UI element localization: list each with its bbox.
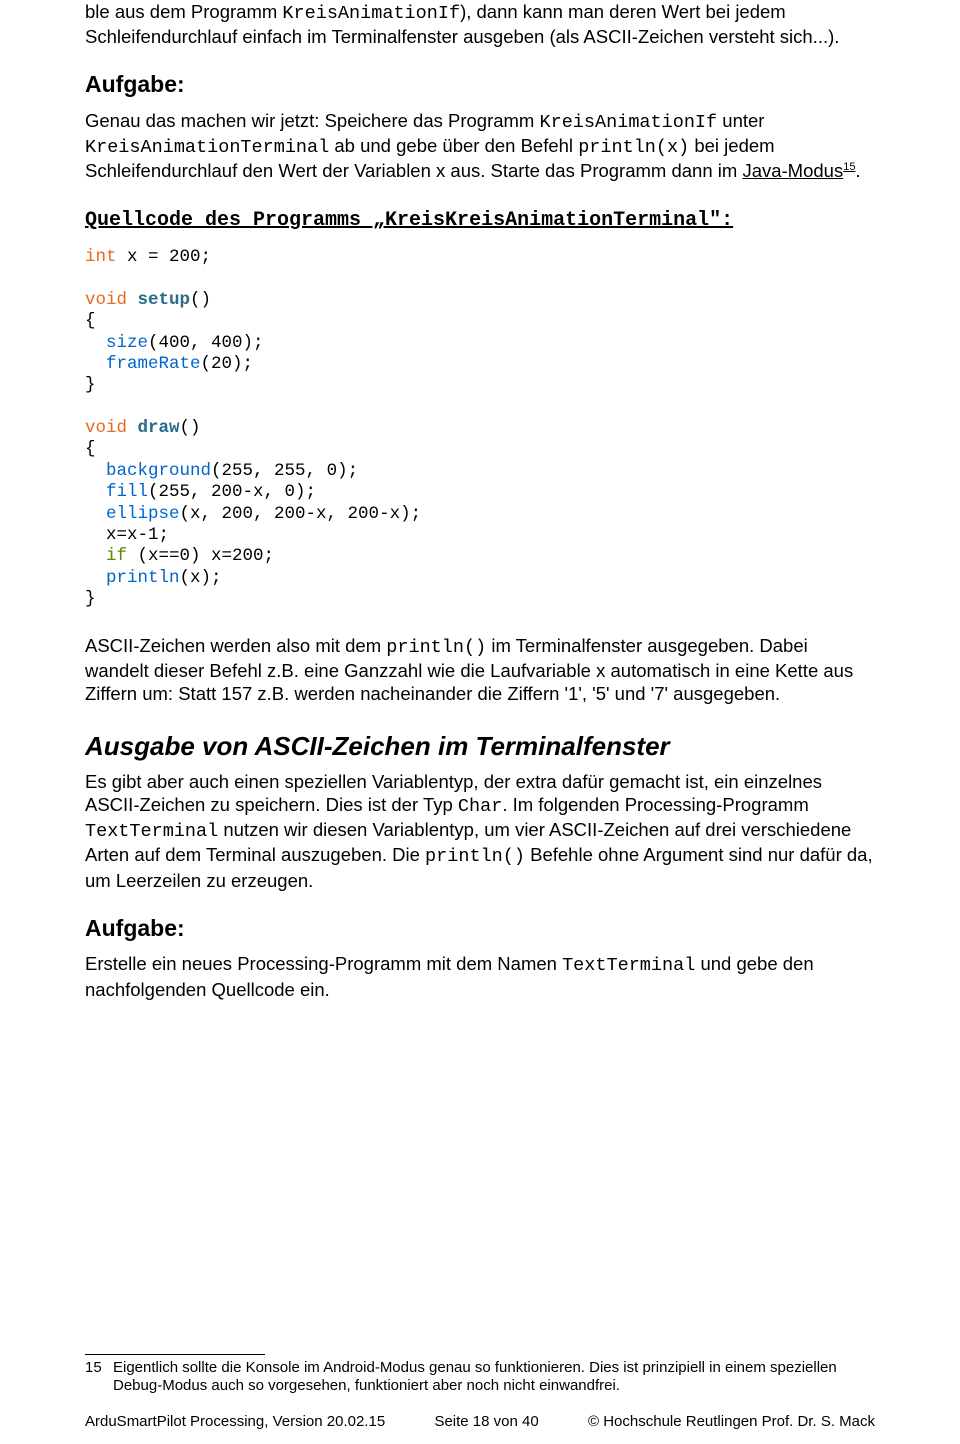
code-inline: TextTerminal — [85, 821, 218, 842]
code: () — [180, 418, 201, 438]
code — [85, 504, 106, 524]
code: } — [85, 375, 96, 395]
footer-page: Seite 18 von 40 — [434, 1413, 538, 1432]
code: (20); — [201, 354, 254, 374]
kw: int — [85, 247, 117, 267]
code-inline: TextTerminal — [562, 955, 695, 976]
code-inline: println() — [425, 846, 525, 867]
page-footer: ArduSmartPilot Processing, Version 20.02… — [85, 1413, 875, 1432]
code-inline: Char — [458, 796, 502, 817]
footnotes: 15 Eigentlich sollte die Konsole im Andr… — [85, 1354, 875, 1397]
heading-task: Aufgabe: — [85, 914, 875, 943]
code — [85, 482, 106, 502]
fn: ellipse — [106, 504, 180, 524]
kw: if — [106, 546, 127, 566]
code-block: int x = 200; void setup() { size(400, 40… — [85, 247, 875, 610]
document-page: ble aus dem Programm KreisAnimationIf), … — [0, 0, 960, 1444]
code — [127, 418, 138, 438]
code-inline: println() — [386, 637, 486, 658]
paragraph-char: Es gibt aber auch einen speziellen Varia… — [85, 770, 875, 892]
footnote-text: Eigentlich sollte die Konsole im Android… — [113, 1359, 875, 1397]
code: x=x-1; — [85, 525, 169, 545]
code — [127, 290, 138, 310]
text: ble aus dem Programm — [85, 1, 282, 22]
heading-section: Ausgabe von ASCII-Zeichen im Terminalfen… — [85, 730, 875, 763]
paragraph-println: ASCII-Zeichen werden also mit dem printl… — [85, 634, 875, 705]
footnote-ref[interactable]: 15 — [843, 161, 855, 173]
code — [85, 568, 106, 588]
text: . — [855, 160, 860, 181]
heading-sourcecode: Quellcode des Programms „KreisKreisAnima… — [85, 208, 875, 233]
code — [85, 354, 106, 374]
fn: println — [106, 568, 180, 588]
heading-task: Aufgabe: — [85, 70, 875, 99]
code: (x); — [180, 568, 222, 588]
text: unter — [717, 110, 764, 131]
footnote-number: 15 — [85, 1359, 113, 1397]
fn: setup — [138, 290, 191, 310]
paragraph-intro: ble aus dem Programm KreisAnimationIf), … — [85, 0, 875, 48]
code-inline: println(x) — [578, 137, 689, 158]
code: (255, 255, 0); — [211, 461, 358, 481]
code: } — [85, 589, 96, 609]
code: (x==0) x=200; — [127, 546, 274, 566]
text: ab und gebe über den Befehl — [329, 135, 578, 156]
fn: fill — [106, 482, 148, 502]
code-inline: KreisAnimationIf — [282, 3, 460, 24]
fn: draw — [138, 418, 180, 438]
link-java-modus[interactable]: Java-Modus — [742, 160, 843, 181]
text: Erstelle ein neues Processing-Programm m… — [85, 953, 562, 974]
kw: void — [85, 290, 127, 310]
paragraph-task1: Genau das machen wir jetzt: Speichere da… — [85, 109, 875, 182]
code — [85, 461, 106, 481]
kw: void — [85, 418, 127, 438]
code: { — [85, 439, 96, 459]
text: Genau das machen wir jetzt: Speichere da… — [85, 110, 540, 131]
code-inline: KreisAnimationTerminal — [85, 137, 329, 158]
footnote-rule — [85, 1354, 265, 1355]
text: ASCII-Zeichen werden also mit dem — [85, 635, 386, 656]
footer-right: © Hochschule Reutlingen Prof. Dr. S. Mac… — [588, 1413, 875, 1432]
fn: size — [106, 333, 148, 353]
footer-left: ArduSmartPilot Processing, Version 20.02… — [85, 1413, 385, 1432]
code-inline: KreisAnimationIf — [540, 112, 718, 133]
fn: background — [106, 461, 211, 481]
text: . Im folgenden Processing-Programm — [502, 794, 808, 815]
code: () — [190, 290, 211, 310]
footnote: 15 Eigentlich sollte die Konsole im Andr… — [85, 1359, 875, 1397]
code — [85, 546, 106, 566]
code: (255, 200-x, 0); — [148, 482, 316, 502]
code: (400, 400); — [148, 333, 264, 353]
code: (x, 200, 200-x, 200-x); — [180, 504, 422, 524]
code — [85, 333, 106, 353]
fn: frameRate — [106, 354, 201, 374]
paragraph-task2: Erstelle ein neues Processing-Programm m… — [85, 952, 875, 1000]
code: { — [85, 311, 96, 331]
code: x = 200; — [117, 247, 212, 267]
